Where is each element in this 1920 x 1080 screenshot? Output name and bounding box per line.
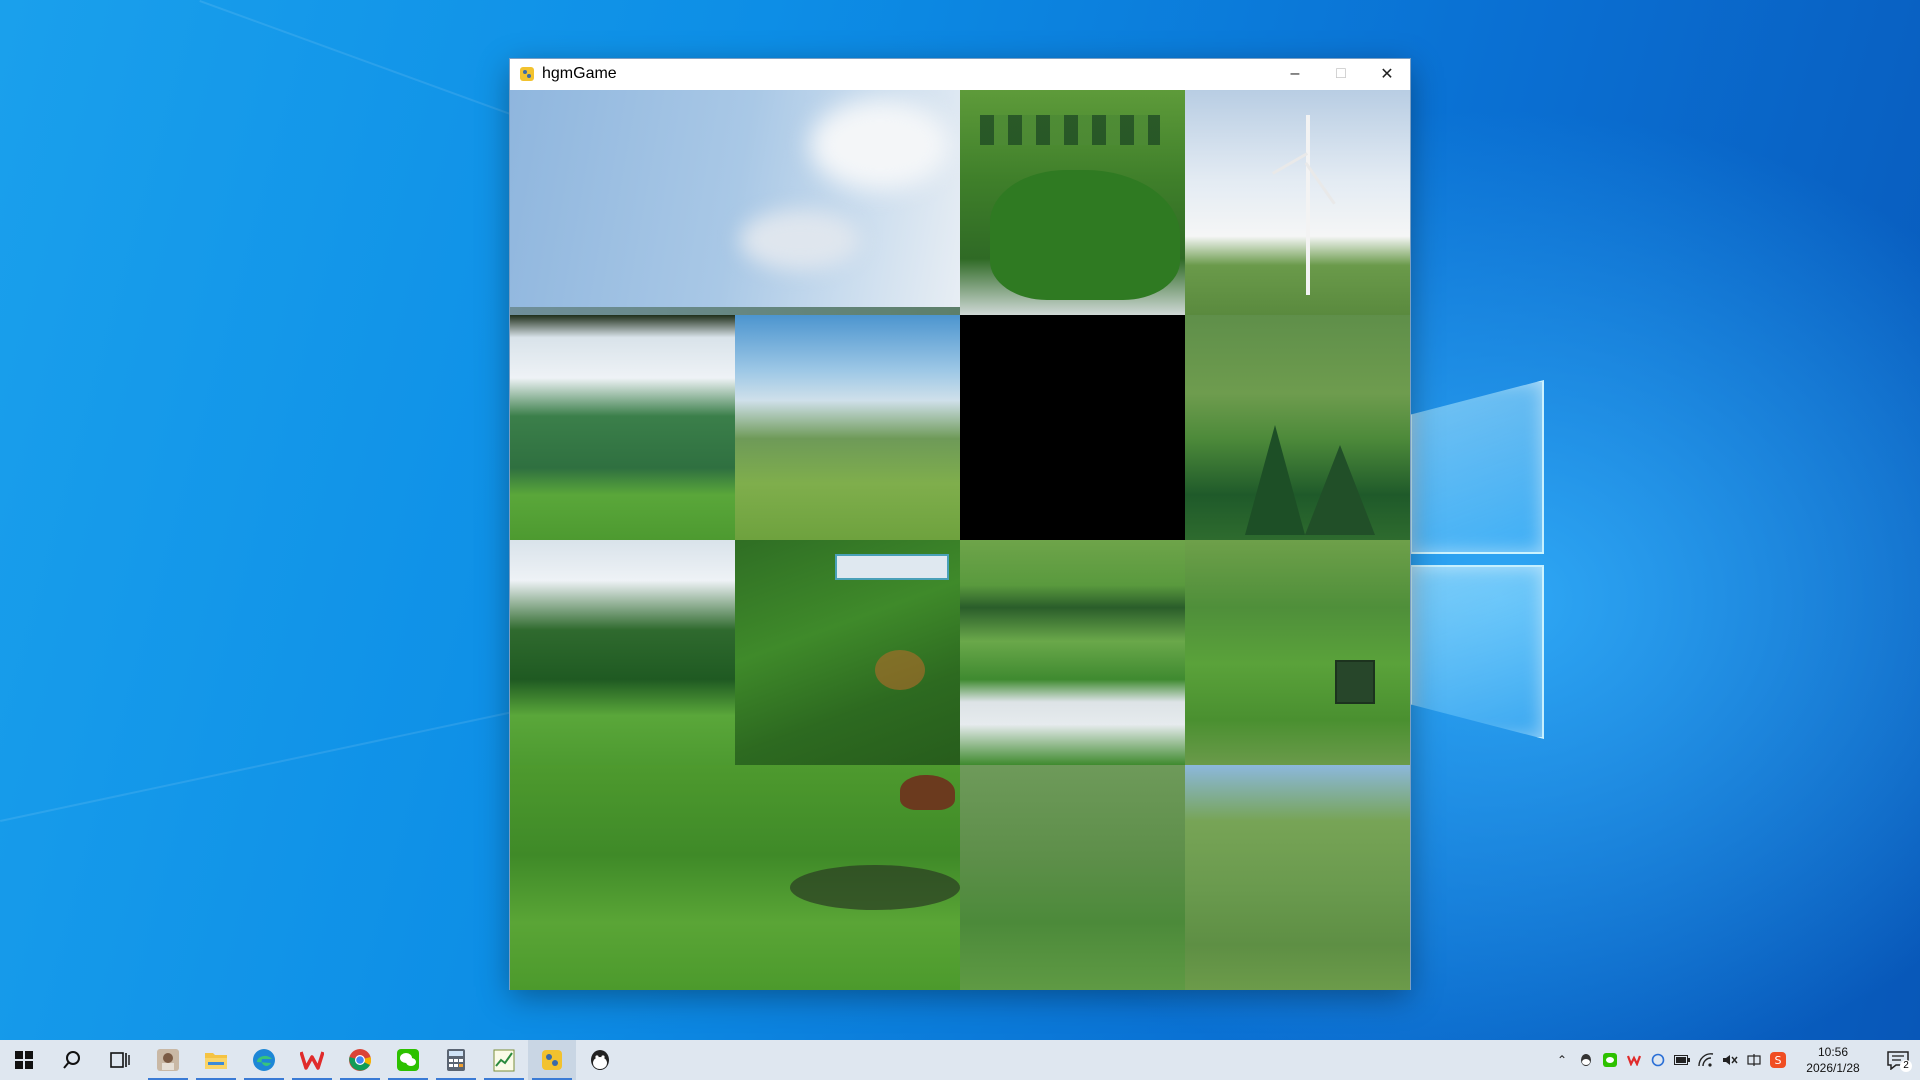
- taskbar-chrome[interactable]: [336, 1040, 384, 1080]
- puzzle-tile[interactable]: [1185, 765, 1410, 990]
- puzzle-tile[interactable]: [1185, 315, 1410, 540]
- wps-icon: [300, 1051, 324, 1070]
- puzzle-tile[interactable]: [510, 90, 960, 315]
- taskbar: ⌃ S 10:56 2026/1/28 2: [0, 1040, 1920, 1080]
- puzzle-tile[interactable]: [960, 540, 1185, 765]
- puzzle-tile[interactable]: [1185, 90, 1410, 315]
- minimize-button[interactable]: –: [1272, 59, 1318, 89]
- notepad-chart-icon: [493, 1049, 515, 1072]
- puzzle-tile[interactable]: [510, 765, 960, 990]
- taskbar-notepad-chart[interactable]: [480, 1040, 528, 1080]
- search-icon: [63, 1051, 80, 1069]
- svg-text:S: S: [1775, 1054, 1782, 1067]
- notification-count-badge: 2: [1900, 1060, 1912, 1072]
- wechat-icon: [397, 1049, 419, 1071]
- puzzle-tile[interactable]: [510, 540, 735, 765]
- taskbar-photo-app[interactable]: [144, 1040, 192, 1080]
- maximize-button[interactable]: □: [1318, 59, 1364, 89]
- photo-app-icon: [157, 1049, 179, 1071]
- python-game-icon: [542, 1050, 562, 1070]
- clock-date: 2026/1/28: [1806, 1061, 1860, 1075]
- system-tray: ⌃ S 10:56 2026/1/28 2: [1550, 1040, 1920, 1080]
- puzzle-board: [510, 90, 1410, 990]
- chrome-icon: [349, 1049, 372, 1071]
- taskbar-qq[interactable]: [576, 1040, 624, 1080]
- taskbar-edge[interactable]: [240, 1040, 288, 1080]
- tray-sogou-icon[interactable]: S: [1766, 1040, 1790, 1080]
- task-view-icon: [110, 1052, 130, 1068]
- tray-wps-icon[interactable]: [1622, 1040, 1646, 1080]
- file-explorer-icon: [205, 1053, 227, 1069]
- search-button[interactable]: [48, 1040, 96, 1080]
- title-bar[interactable]: hgmGame – □ ✕: [510, 59, 1410, 89]
- tray-overflow-chevron-icon[interactable]: ⌃: [1550, 1040, 1574, 1080]
- taskbar-wps[interactable]: [288, 1040, 336, 1080]
- windows-logo: [1410, 380, 1550, 740]
- calculator-icon: [447, 1049, 465, 1071]
- window-title: hgmGame: [542, 65, 617, 82]
- tray-cloud-icon[interactable]: [1646, 1040, 1670, 1080]
- python-game-icon: [520, 67, 534, 81]
- tray-volume-muted-icon[interactable]: [1718, 1040, 1742, 1080]
- empty-tile[interactable]: [960, 315, 1185, 540]
- puzzle-tile[interactable]: [960, 765, 1185, 990]
- game-window: hgmGame – □ ✕: [510, 59, 1410, 990]
- clock-time: 10:56: [1817, 1045, 1849, 1059]
- taskbar-calculator[interactable]: [432, 1040, 480, 1080]
- puzzle-tile[interactable]: [735, 315, 960, 540]
- task-view-button[interactable]: [96, 1040, 144, 1080]
- puzzle-tile[interactable]: [735, 540, 960, 765]
- windows-start-icon: [15, 1051, 33, 1069]
- puzzle-tile[interactable]: [1185, 540, 1410, 765]
- edge-icon: [253, 1049, 275, 1071]
- tray-input-method-icon[interactable]: [1742, 1040, 1766, 1080]
- tray-network-icon[interactable]: [1694, 1040, 1718, 1080]
- tray-wechat-icon[interactable]: [1598, 1040, 1622, 1080]
- tray-battery-icon[interactable]: [1670, 1040, 1694, 1080]
- puzzle-tile[interactable]: [510, 315, 735, 540]
- taskbar-clock[interactable]: 10:56 2026/1/28: [1790, 1044, 1876, 1076]
- puzzle-tile[interactable]: [960, 90, 1185, 315]
- tray-qq-icon[interactable]: [1574, 1040, 1598, 1080]
- close-button[interactable]: ✕: [1364, 59, 1410, 89]
- start-button[interactable]: [0, 1040, 48, 1080]
- taskbar-python-game[interactable]: [528, 1040, 576, 1080]
- qq-icon: [591, 1050, 609, 1070]
- notification-center-button[interactable]: 2: [1876, 1040, 1920, 1080]
- taskbar-wechat[interactable]: [384, 1040, 432, 1080]
- taskbar-file-explorer[interactable]: [192, 1040, 240, 1080]
